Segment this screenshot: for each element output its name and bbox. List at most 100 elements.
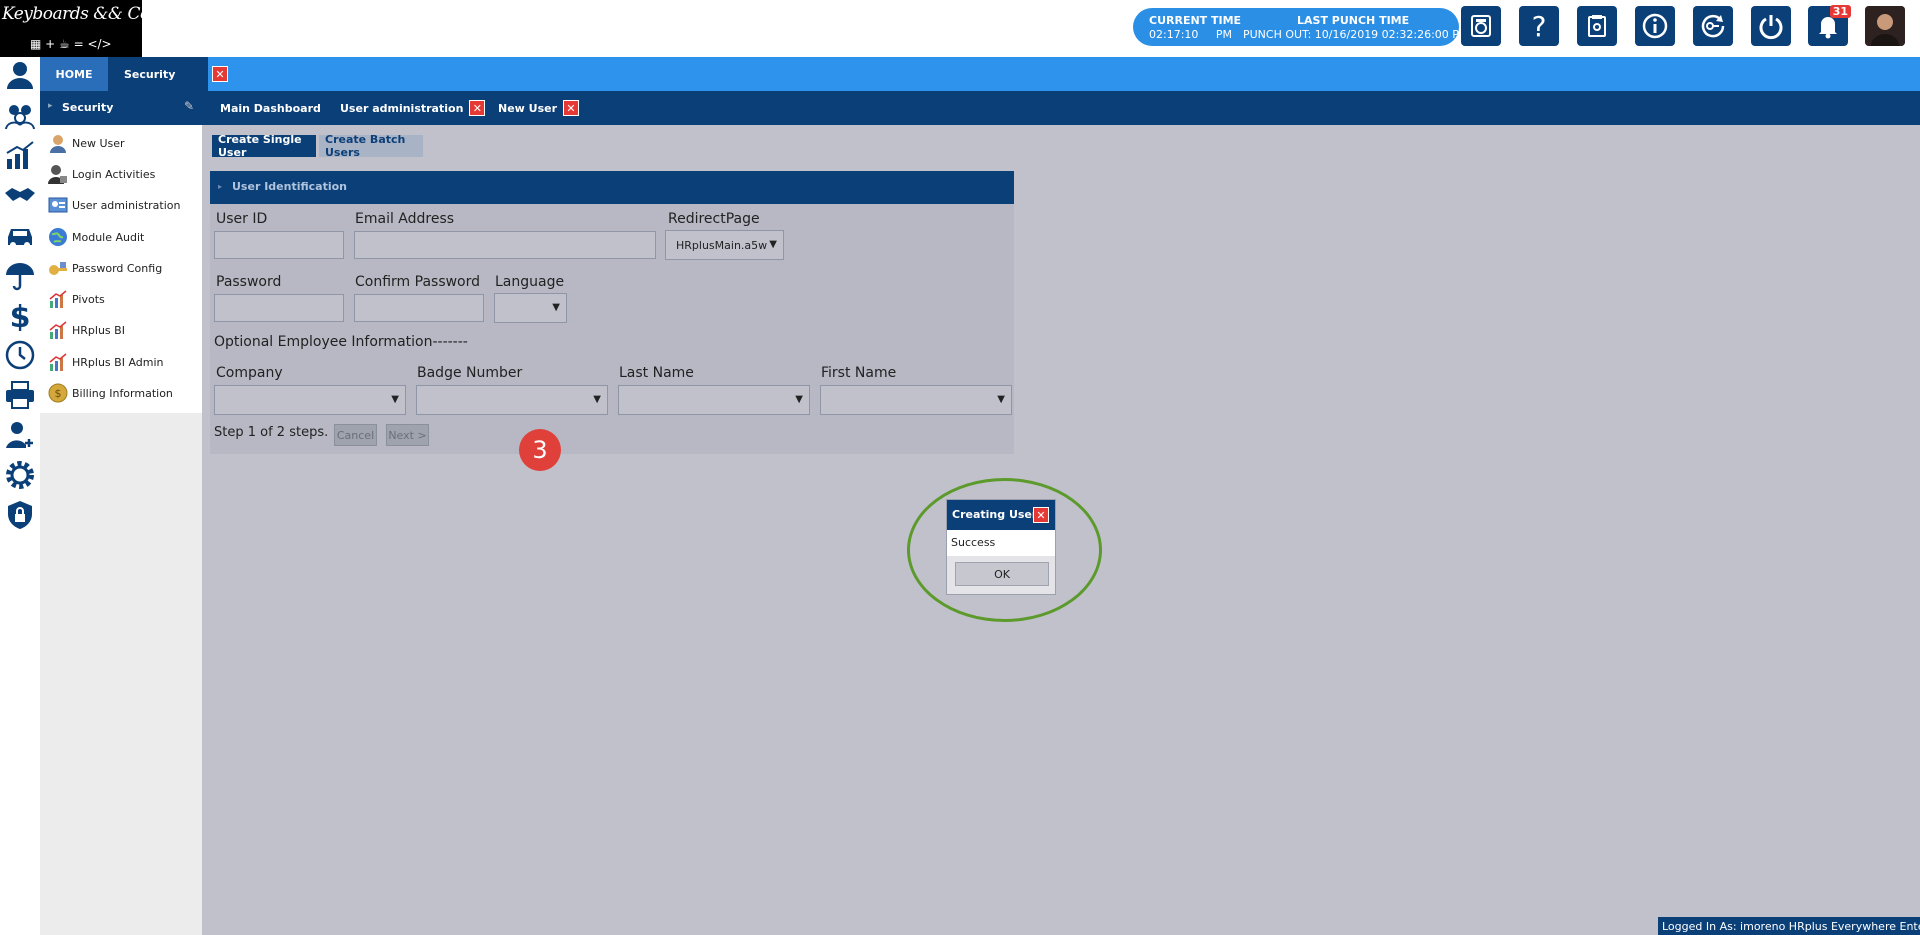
chart-icon	[48, 289, 68, 309]
power-icon	[1759, 15, 1783, 40]
dialog-title: Creating User	[952, 508, 1038, 521]
create-batch-users-tab[interactable]: Create Batch Users	[319, 133, 423, 159]
current-time-label: CURRENT TIME	[1149, 14, 1242, 27]
redirect-page-value: HRplusMain.a5w	[676, 239, 768, 252]
ok-button[interactable]: OK	[955, 562, 1049, 586]
security-menu-header[interactable]: ▸ Security ✎	[40, 91, 202, 125]
badge-number-select[interactable]: ▼	[416, 385, 608, 415]
sidebar-item-hrplus-bi-admin[interactable]: HRplus BI Admin	[48, 351, 164, 373]
chevron-down-icon: ▼	[997, 394, 1005, 405]
power-button[interactable]	[1751, 6, 1791, 46]
redirect-page-select[interactable]: HRplusMain.a5w ▼	[665, 230, 784, 260]
gear-icon	[6, 461, 34, 489]
globe-icon	[48, 227, 68, 247]
growth-chart-icon	[6, 141, 34, 169]
user-admin-icon	[48, 195, 68, 215]
rail-add-user[interactable]	[4, 419, 36, 451]
creating-user-dialog: Creating User ✕ Success OK	[946, 499, 1056, 595]
confirm-password-label: Confirm Password	[355, 274, 481, 290]
rail-settings[interactable]	[4, 459, 36, 491]
last-name-label: Last Name	[619, 365, 694, 381]
rail-insurance[interactable]	[4, 259, 36, 291]
svg-text:?: ?	[1532, 12, 1547, 40]
chevron-down-icon: ▼	[391, 394, 399, 405]
close-dialog-icon[interactable]: ✕	[1033, 507, 1049, 523]
cancel-button[interactable]: Cancel	[334, 424, 377, 446]
notification-badge: 31	[1829, 5, 1851, 18]
help-button[interactable]: ?	[1519, 6, 1559, 46]
refresh-key-button[interactable]	[1693, 6, 1733, 46]
sidebar-item-label: HRplus BI Admin	[72, 355, 164, 369]
dialog-header: Creating User ✕	[947, 500, 1055, 530]
sidebar-item-login-activities[interactable]: Login Activities	[48, 163, 155, 185]
chart-icon	[48, 352, 68, 372]
chart-icon	[48, 320, 68, 340]
rail-vehicles[interactable]	[4, 219, 36, 251]
main-content: Create Single User Create Batch Users ▸ …	[202, 125, 1920, 935]
rail-employee[interactable]	[4, 59, 36, 91]
punch-clock-icon	[1471, 15, 1491, 37]
next-button[interactable]: Next >	[386, 424, 429, 446]
printer-icon	[6, 381, 34, 409]
password-label: Password	[216, 274, 282, 290]
rail-team[interactable]	[4, 99, 36, 131]
svg-text:$: $	[10, 300, 31, 331]
first-name-select[interactable]: ▼	[820, 385, 1012, 415]
password-key-icon	[48, 258, 68, 278]
handshake-icon	[5, 188, 35, 201]
team-icon	[5, 105, 35, 130]
language-select[interactable]: ▼	[494, 293, 567, 323]
security-side-menu: New User Login Activities User administr…	[40, 125, 202, 935]
sidebar-item-password-config[interactable]: Password Config	[48, 257, 162, 279]
sidebar-item-pivots[interactable]: Pivots	[48, 288, 105, 310]
rail-partners[interactable]	[4, 179, 36, 211]
section-title: User Identification	[232, 180, 347, 193]
tab-security[interactable]: Security ✕	[108, 57, 228, 91]
notifications-button[interactable]: 31	[1808, 5, 1851, 46]
tab-main-dashboard[interactable]: Main Dashboard	[220, 91, 321, 125]
redirect-page-label: RedirectPage	[668, 211, 760, 227]
close-new-user-tab-icon[interactable]: ✕	[563, 100, 580, 116]
avatar[interactable]	[1865, 6, 1905, 46]
rail-security[interactable]	[4, 499, 36, 531]
punch-clock-button[interactable]	[1461, 6, 1501, 46]
tab-home[interactable]: HOME	[40, 57, 108, 91]
rail-print[interactable]	[4, 379, 36, 411]
company-select[interactable]: ▼	[214, 385, 406, 415]
user-photo-icon	[1865, 6, 1905, 46]
sidebar-item-label: Pivots	[72, 292, 105, 306]
rail-payroll[interactable]: $	[4, 299, 36, 335]
refresh-key-icon	[1701, 14, 1725, 38]
password-input[interactable]	[214, 294, 344, 322]
info-button[interactable]	[1635, 6, 1675, 46]
close-security-tab-icon[interactable]: ✕	[212, 66, 228, 82]
user-id-label: User ID	[216, 211, 268, 227]
rail-time[interactable]	[4, 339, 36, 371]
sidebar-item-user-administration[interactable]: User administration	[48, 194, 180, 216]
email-label: Email Address	[355, 211, 455, 227]
create-single-user-tab[interactable]: Create Single User	[212, 133, 316, 159]
confirm-password-input[interactable]	[354, 294, 484, 322]
add-person-icon	[6, 422, 33, 448]
help-icon: ?	[1532, 12, 1547, 40]
documents-button[interactable]	[1577, 6, 1617, 46]
tab-new-user[interactable]: New User ✕	[498, 91, 580, 133]
pin-icon[interactable]: ✎	[184, 99, 194, 113]
login-activities-icon	[48, 164, 68, 184]
sidebar-item-billing-information[interactable]: $ Billing Information	[48, 382, 173, 404]
language-label: Language	[495, 274, 565, 290]
close-user-admin-tab-icon[interactable]: ✕	[469, 100, 486, 116]
sidebar-item-module-audit[interactable]: Module Audit	[48, 226, 144, 248]
sidebar-item-new-user[interactable]: New User	[48, 132, 125, 154]
last-name-select[interactable]: ▼	[618, 385, 810, 415]
user-identification-header[interactable]: ▸ User Identification	[210, 171, 1014, 204]
step-marker: 3	[519, 429, 561, 471]
umbrella-icon	[6, 263, 34, 291]
rail-reports[interactable]	[4, 139, 36, 171]
collapse-caret-icon: ▸	[48, 101, 53, 111]
last-punch-label: LAST PUNCH TIME	[1297, 14, 1410, 27]
sidebar-item-hrplus-bi[interactable]: HRplus BI	[48, 319, 125, 341]
email-input[interactable]	[354, 231, 656, 259]
user-id-input[interactable]	[214, 231, 344, 259]
tab-user-administration[interactable]: User administration ✕	[340, 91, 486, 125]
